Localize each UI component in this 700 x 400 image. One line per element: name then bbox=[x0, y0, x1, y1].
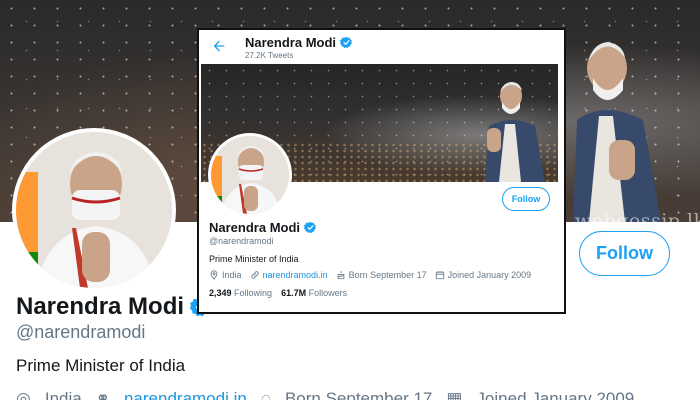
header-name-text: Narendra Modi bbox=[245, 35, 337, 50]
meta-joined: Joined January 2009 bbox=[435, 270, 532, 280]
profile-bio: Prime Minister of India bbox=[209, 254, 299, 264]
verified-badge-icon bbox=[340, 36, 352, 48]
background-profile-name: Narendra Modi bbox=[16, 293, 212, 321]
background-bio: Prime Minister of India bbox=[16, 356, 186, 375]
following-stat[interactable]: 2,349 Following bbox=[209, 288, 272, 298]
background-joined: Joined January 2009 bbox=[476, 389, 635, 400]
birthday-icon: ◌ bbox=[260, 389, 271, 400]
profile-card: Narendra Modi 27.2K Tweets Follow Narend… bbox=[197, 28, 566, 314]
header-title: Narendra Modi bbox=[245, 35, 353, 50]
follow-button[interactable]: Follow bbox=[502, 187, 550, 211]
followers-label: Followers bbox=[308, 288, 348, 298]
banner-person-image bbox=[485, 82, 545, 182]
joined-text: Joined January 2009 bbox=[447, 270, 532, 280]
profile-stats-row: 2,349 Following 61.7M Followers bbox=[209, 288, 347, 298]
following-label: Following bbox=[234, 288, 273, 298]
back-arrow-icon[interactable] bbox=[211, 38, 227, 54]
background-name-text: Narendra Modi bbox=[16, 293, 185, 320]
avatar-portrait-image bbox=[16, 132, 172, 288]
calendar-icon: ▦ bbox=[446, 389, 463, 400]
background-location: India bbox=[44, 389, 82, 400]
meta-location: India bbox=[209, 270, 242, 280]
location-text: India bbox=[222, 270, 242, 280]
header-tweet-count: 27.2K Tweets bbox=[245, 51, 294, 60]
background-avatar[interactable] bbox=[12, 128, 176, 292]
followers-stat[interactable]: 61.7M Followers bbox=[281, 288, 347, 298]
banner-person-image bbox=[573, 42, 661, 222]
link-icon bbox=[250, 271, 259, 279]
location-icon bbox=[210, 270, 218, 280]
location-icon: ◎ bbox=[16, 389, 31, 400]
background-meta-row: ◎ India ⚭ narendramodi.in ◌ Born Septemb… bbox=[16, 389, 634, 400]
link-icon: ⚭ bbox=[95, 389, 110, 400]
meta-website: narendramodi.in bbox=[250, 270, 328, 280]
background-follow-button[interactable]: Follow bbox=[579, 231, 670, 276]
profile-meta-row: India narendramodi.in Born September 17 … bbox=[209, 270, 531, 280]
birthday-icon bbox=[337, 270, 344, 280]
profile-name-text: Narendra Modi bbox=[209, 220, 301, 235]
background-born: Born September 17 bbox=[284, 389, 433, 400]
meta-born: Born September 17 bbox=[336, 270, 427, 280]
calendar-icon bbox=[435, 271, 444, 280]
profile-avatar[interactable] bbox=[208, 133, 292, 217]
following-count: 2,349 bbox=[209, 288, 232, 298]
profile-name: Narendra Modi bbox=[209, 220, 317, 235]
profile-header-bar: Narendra Modi 27.2K Tweets bbox=[199, 30, 564, 64]
profile-handle: @narendramodi bbox=[209, 236, 274, 246]
background-website-link[interactable]: narendramodi.in bbox=[124, 389, 247, 400]
verified-badge-icon bbox=[304, 221, 316, 233]
watermark-text: webgossip.lk bbox=[575, 210, 700, 232]
born-text: Born September 17 bbox=[348, 270, 427, 280]
background-handle: @narendramodi bbox=[16, 322, 146, 342]
website-link[interactable]: narendramodi.in bbox=[263, 270, 328, 280]
avatar-portrait-image bbox=[211, 136, 289, 214]
followers-count: 61.7M bbox=[281, 288, 307, 298]
